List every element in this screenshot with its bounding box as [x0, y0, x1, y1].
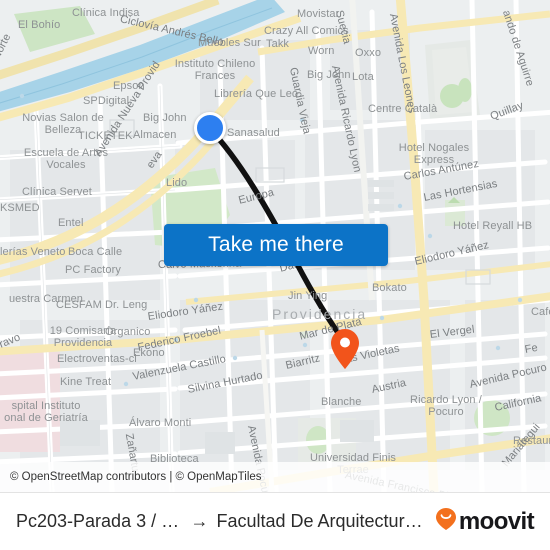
origin-stop-label: Pc203-Parada 3 / (M... [16, 511, 183, 531]
moovit-pin-icon [435, 507, 457, 536]
destination-stop-label: Facultad De Arquitectura U... [216, 511, 429, 531]
trip-footer: Pc203-Parada 3 / (M... → Facultad De Arq… [0, 492, 550, 550]
map-attribution: © OpenStreetMap contributors | © OpenMap… [0, 462, 550, 492]
take-me-there-label: Take me there [208, 233, 344, 256]
moovit-trip-map-screen: El Bohío Clínica Indisa Muebles Sur Movista… [0, 0, 550, 550]
attribution-text: © OpenStreetMap contributors | © OpenMap… [10, 471, 262, 483]
trip-route-summary[interactable]: Pc203-Parada 3 / (M... → Facultad De Arq… [16, 511, 429, 532]
take-me-there-button[interactable]: Take me there [164, 224, 388, 266]
moovit-logo[interactable]: moovit [429, 507, 535, 536]
moovit-wordmark: moovit [458, 507, 535, 535]
origin-marker[interactable] [194, 112, 226, 144]
destination-marker[interactable] [330, 328, 360, 370]
arrow-right-icon: → [190, 511, 209, 531]
